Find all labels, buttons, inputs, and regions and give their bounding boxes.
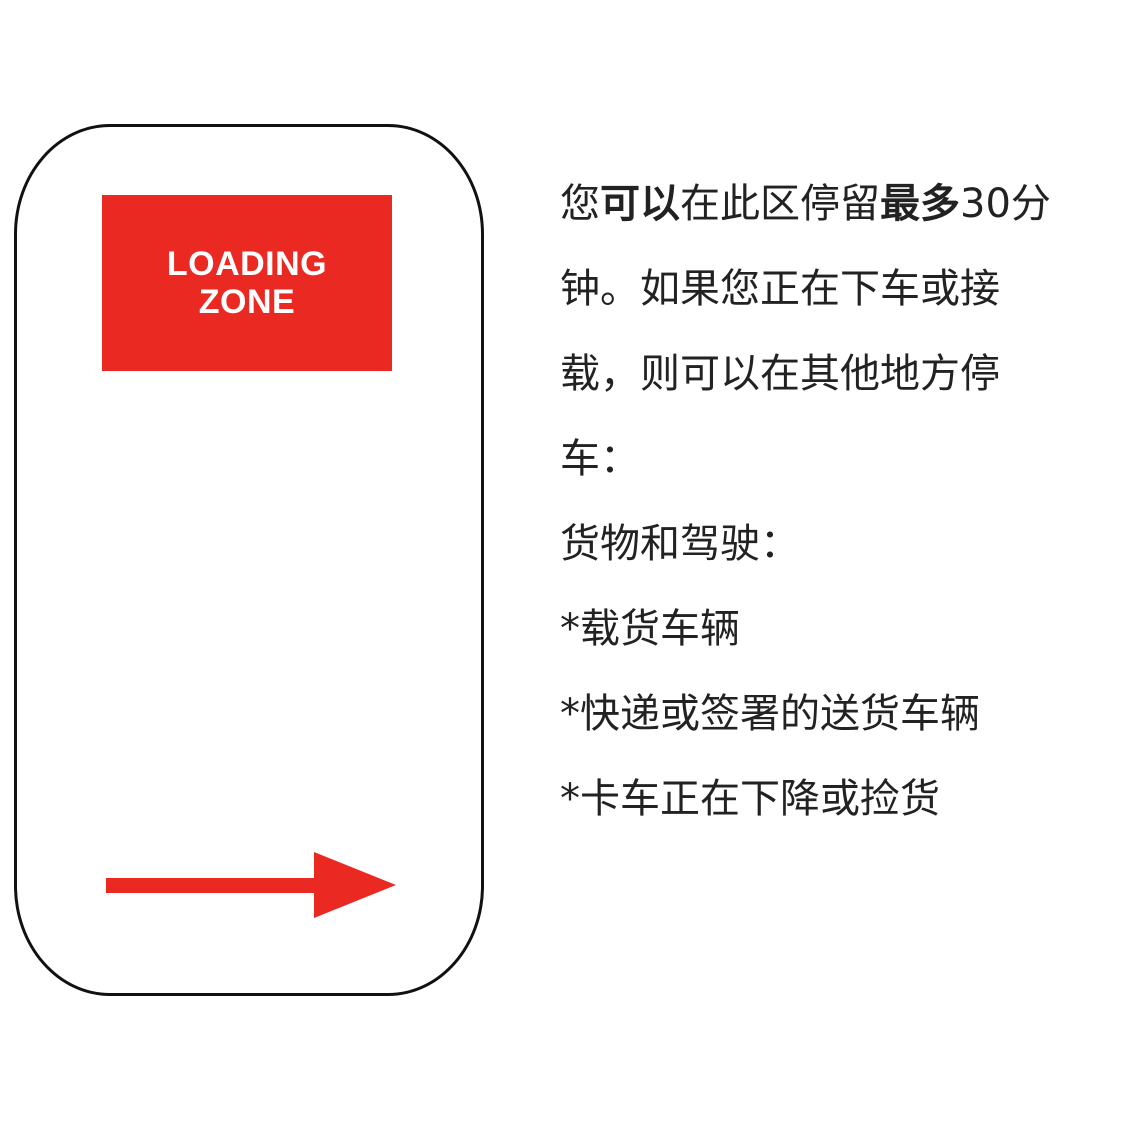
loading-zone-label: LOADING ZONE — [102, 195, 392, 371]
zone-label-line1: LOADING — [166, 245, 328, 283]
rules-line-8: *卡车正在下降或捡货 — [560, 776, 940, 822]
zone-label-line2: ZONE — [198, 283, 296, 321]
rules-line-7: *快递或签署的送货车辆 — [560, 691, 980, 737]
rules-line-1-part1: 您 — [560, 181, 600, 227]
rules-line-5: 货物和驾驶： — [560, 521, 800, 567]
rules-line-2: 钟。如果您正在下车或接 — [560, 266, 1000, 312]
rules-line-3: 载，则可以在其他地方停 — [560, 351, 1000, 397]
rules-line-1: 您可以在此区停留最多30分 — [560, 166, 1126, 251]
rules-line-1-part2: 在此区停留 — [680, 181, 880, 227]
rules-line-1-part3: 30分 — [960, 181, 1051, 227]
right-arrow-icon — [106, 852, 396, 918]
rules-line-1-bold1: 可以 — [600, 181, 680, 227]
rules-line-6: *载货车辆 — [560, 606, 740, 652]
parking-rules-text: 您可以在此区停留最多30分 钟。如果您正在下车或接 载，则可以在其他地方停 车：… — [560, 166, 1126, 846]
rules-line-4: 车： — [560, 436, 640, 482]
rules-line-1-bold2: 最多 — [880, 181, 960, 227]
